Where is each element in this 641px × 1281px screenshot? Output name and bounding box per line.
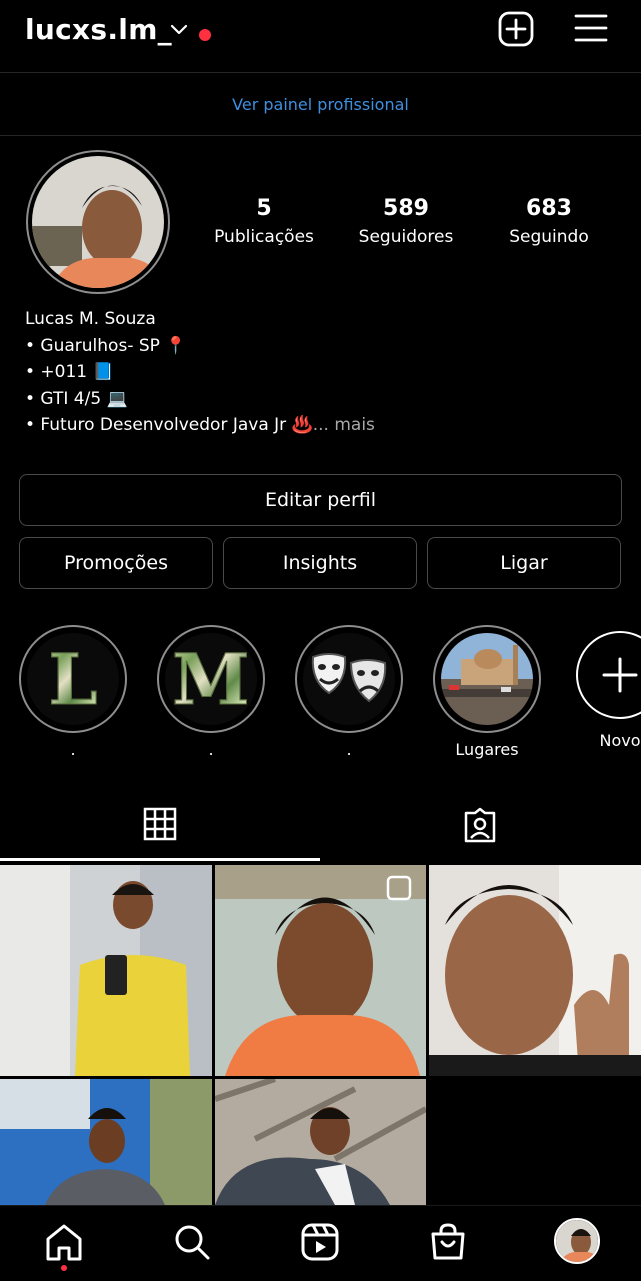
highlight-label: . xyxy=(346,740,352,759)
pro-dashboard-link[interactable]: Ver painel profissional xyxy=(232,95,409,114)
post-thumbnail[interactable] xyxy=(215,865,426,1076)
shop-icon[interactable] xyxy=(430,1223,466,1261)
highlight-m[interactable]: M xyxy=(157,625,265,733)
chevron-down-icon[interactable] xyxy=(170,24,188,36)
menu-icon[interactable] xyxy=(574,13,608,43)
top-bar: lucxs.lm_ xyxy=(0,0,641,73)
bio-line: • +011 📘 xyxy=(25,362,114,382)
grid-icon[interactable] xyxy=(143,807,177,841)
highlight-label: Novo xyxy=(599,731,641,750)
letter-m-graphic: M xyxy=(172,637,250,721)
stat-label: Seguidores xyxy=(358,227,454,247)
post-thumbnail[interactable] xyxy=(0,865,212,1076)
highlight-cover: M xyxy=(165,633,257,725)
highlight-cover: L xyxy=(27,633,119,725)
highlight-lugares[interactable] xyxy=(433,625,541,733)
stat-value: 683 xyxy=(526,196,572,221)
home-active-dot xyxy=(61,1265,67,1271)
posts-count[interactable]: 5 Publicações xyxy=(199,196,329,247)
post-thumbnail[interactable] xyxy=(0,1079,212,1205)
call-button[interactable]: Ligar xyxy=(427,537,621,589)
highlight-label: . xyxy=(208,740,214,759)
stat-value: 589 xyxy=(383,196,429,221)
stat-value: 5 xyxy=(256,196,272,221)
reels-icon[interactable] xyxy=(301,1223,339,1261)
bio-line: • Futuro Desenvolvedor Java Jr ♨️ xyxy=(25,415,313,435)
notification-dot xyxy=(199,29,211,41)
profile-tabs xyxy=(0,790,641,862)
theater-masks-icon xyxy=(311,653,387,703)
post-thumbnail[interactable] xyxy=(429,865,641,1076)
stat-label: Publicações xyxy=(214,227,314,247)
highlight-label: . xyxy=(70,740,76,759)
professional-dashboard-bar[interactable]: Ver painel profissional xyxy=(0,73,641,136)
highlight-label: Lugares xyxy=(455,740,519,759)
stat-label: Seguindo xyxy=(509,227,589,247)
edit-profile-button[interactable]: Editar perfil xyxy=(19,474,622,526)
account-username[interactable]: lucxs.lm_ xyxy=(25,13,172,46)
highlight-l[interactable]: L xyxy=(19,625,127,733)
profile-avatar[interactable] xyxy=(32,156,164,288)
search-icon[interactable] xyxy=(173,1223,211,1261)
bio: Lucas M. Souza • Guarulhos- SP 📍 • +011 … xyxy=(25,306,375,439)
highlight-cover xyxy=(441,633,533,725)
promotions-button[interactable]: Promoções xyxy=(19,537,213,589)
bio-line: • GTI 4/5 💻 xyxy=(25,388,128,409)
following-count[interactable]: 683 Seguindo xyxy=(484,196,614,247)
bottom-nav xyxy=(0,1205,641,1281)
letter-l-graphic: L xyxy=(48,637,98,721)
new-highlight-button[interactable] xyxy=(576,631,641,719)
profile-avatar[interactable] xyxy=(554,1218,600,1264)
bio-line: • Guarulhos- SP 📍 xyxy=(25,335,187,356)
active-tab-indicator xyxy=(0,858,320,861)
bio-line-last: • Futuro Desenvolvedor Java Jr ♨️... mai… xyxy=(25,412,375,439)
profile-name: Lucas M. Souza xyxy=(25,309,156,329)
highlight-cover xyxy=(303,633,395,725)
insights-button[interactable]: Insights xyxy=(223,537,417,589)
bio-more-link[interactable]: ... mais xyxy=(313,415,375,435)
new-post-icon[interactable] xyxy=(498,11,534,47)
post-thumbnail[interactable] xyxy=(215,1079,426,1205)
highlight-masks[interactable] xyxy=(295,625,403,733)
tagged-icon[interactable] xyxy=(462,807,498,843)
place-photo xyxy=(441,633,533,725)
plus-icon xyxy=(602,657,638,693)
followers-count[interactable]: 589 Seguidores xyxy=(341,196,471,247)
home-icon[interactable] xyxy=(45,1223,83,1263)
